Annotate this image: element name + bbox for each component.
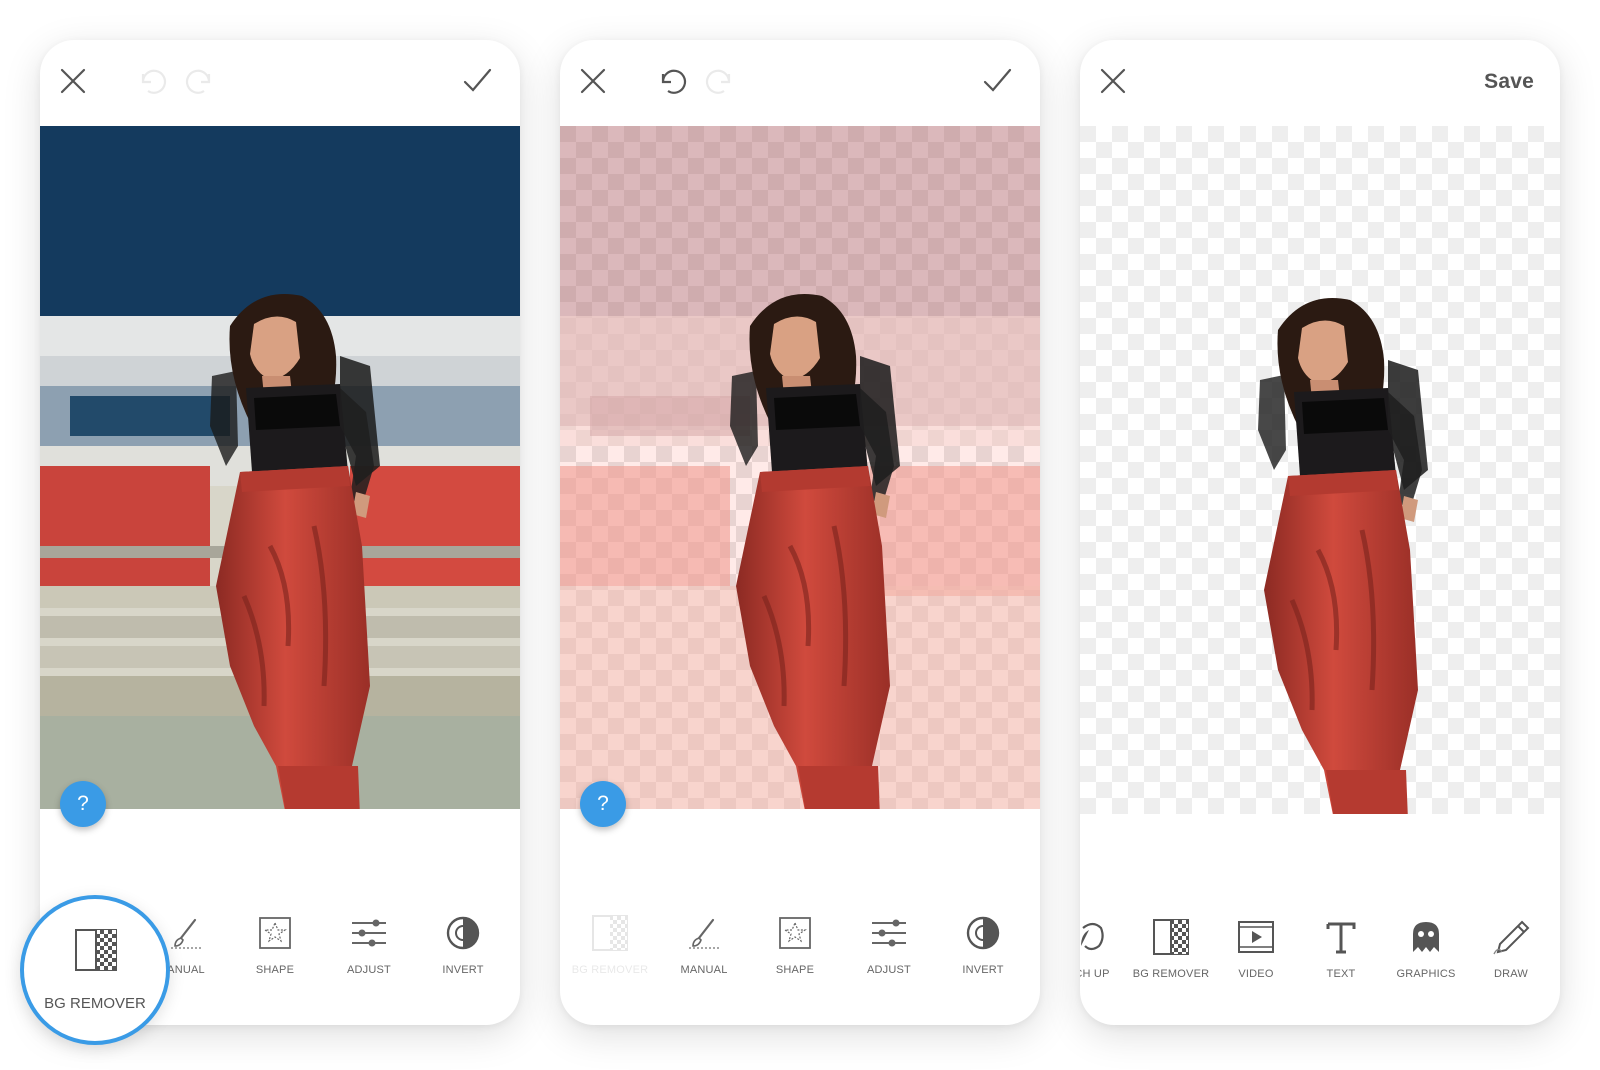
tool-label: DRAW: [1494, 968, 1528, 980]
tool-label: ADJUST: [867, 964, 911, 976]
bg-remover-label: BG REMOVER: [44, 995, 146, 1012]
sliders-icon: [868, 912, 910, 954]
star-frame-icon: [254, 912, 296, 954]
redo-icon[interactable]: [184, 64, 218, 98]
save-button[interactable]: Save: [1484, 70, 1534, 94]
tool-bg-remover[interactable]: BG REMOVER: [1123, 916, 1219, 980]
sliders-icon: [348, 912, 390, 954]
bg-remover-icon: [589, 912, 631, 954]
tool-video[interactable]: VIDEO: [1208, 916, 1304, 980]
tool-adjust[interactable]: ADJUST: [321, 912, 417, 976]
close-icon[interactable]: [576, 64, 610, 98]
brush-icon: [165, 912, 207, 954]
tool-label: SHAPE: [775, 964, 815, 976]
bg-remover-icon: [1150, 916, 1192, 958]
close-icon[interactable]: [56, 64, 90, 98]
tool-label: SHAPE: [255, 964, 295, 976]
editor-screen-mask: ? BG REMOVER MANUAL SHAPE ADJUST INVERT: [560, 40, 1040, 1025]
face-icon: [1080, 916, 1113, 958]
tool-label: INVERT: [962, 964, 1004, 976]
top-bar: Save: [1080, 40, 1560, 126]
tool-invert[interactable]: INVERT: [935, 912, 1031, 976]
close-icon[interactable]: [1096, 64, 1130, 98]
bg-remover-icon: [72, 926, 120, 974]
help-button[interactable]: ?: [580, 781, 626, 827]
tool-label: GRAPHICS: [1396, 968, 1456, 980]
tool-shape[interactable]: SHAPE: [747, 912, 843, 976]
text-icon: [1320, 916, 1362, 958]
tool-label: BG REMOVER: [1132, 968, 1210, 980]
tool-invert[interactable]: INVERT: [415, 912, 511, 976]
tool-shape[interactable]: SHAPE: [227, 912, 323, 976]
tool-text[interactable]: TEXT: [1293, 916, 1389, 980]
tool-label: VIDEO: [1238, 968, 1274, 980]
tool-label: MANUAL: [680, 964, 728, 976]
editor-screen-original: ? ANUAL SHAPE ADJUST INVERT: [40, 40, 520, 1025]
top-bar: [560, 40, 1040, 126]
undo-icon[interactable]: [654, 64, 688, 98]
help-button[interactable]: ?: [60, 781, 106, 827]
bg-remover-highlight[interactable]: BG REMOVER: [20, 895, 170, 1045]
invert-icon: [442, 912, 484, 954]
photo-canvas[interactable]: [40, 126, 520, 809]
pen-icon: [1490, 916, 1532, 958]
editor-screen-result: Save CH UP BG REMOVER VIDEO: [1080, 40, 1560, 1025]
tool-label: INVERT: [442, 964, 484, 976]
brush-icon: [683, 912, 725, 954]
bottom-toolbar: BG REMOVER MANUAL SHAPE ADJUST INVERT: [560, 912, 1040, 1002]
check-icon[interactable]: [980, 64, 1014, 98]
redo-icon[interactable]: [704, 64, 738, 98]
check-icon[interactable]: [460, 64, 494, 98]
ghost-icon: [1405, 916, 1447, 958]
bottom-toolbar: CH UP BG REMOVER VIDEO TEXT GRAPHICS: [1080, 916, 1560, 1006]
tool-graphics[interactable]: GRAPHICS: [1378, 916, 1474, 980]
tool-adjust[interactable]: ADJUST: [841, 912, 937, 976]
star-frame-icon: [774, 912, 816, 954]
tool-manual[interactable]: MANUAL: [656, 912, 752, 976]
tool-draw[interactable]: DRAW: [1463, 916, 1559, 980]
tool-label: TEXT: [1326, 968, 1356, 980]
result-canvas[interactable]: [1080, 126, 1560, 814]
invert-icon: [962, 912, 1004, 954]
mask-canvas[interactable]: [560, 126, 1040, 809]
tool-bg-remover[interactable]: BG REMOVER: [562, 912, 658, 976]
undo-icon[interactable]: [134, 64, 168, 98]
tool-label: BG REMOVER: [571, 964, 649, 976]
video-icon: [1235, 916, 1277, 958]
tool-label: ADJUST: [347, 964, 391, 976]
top-bar: [40, 40, 520, 126]
